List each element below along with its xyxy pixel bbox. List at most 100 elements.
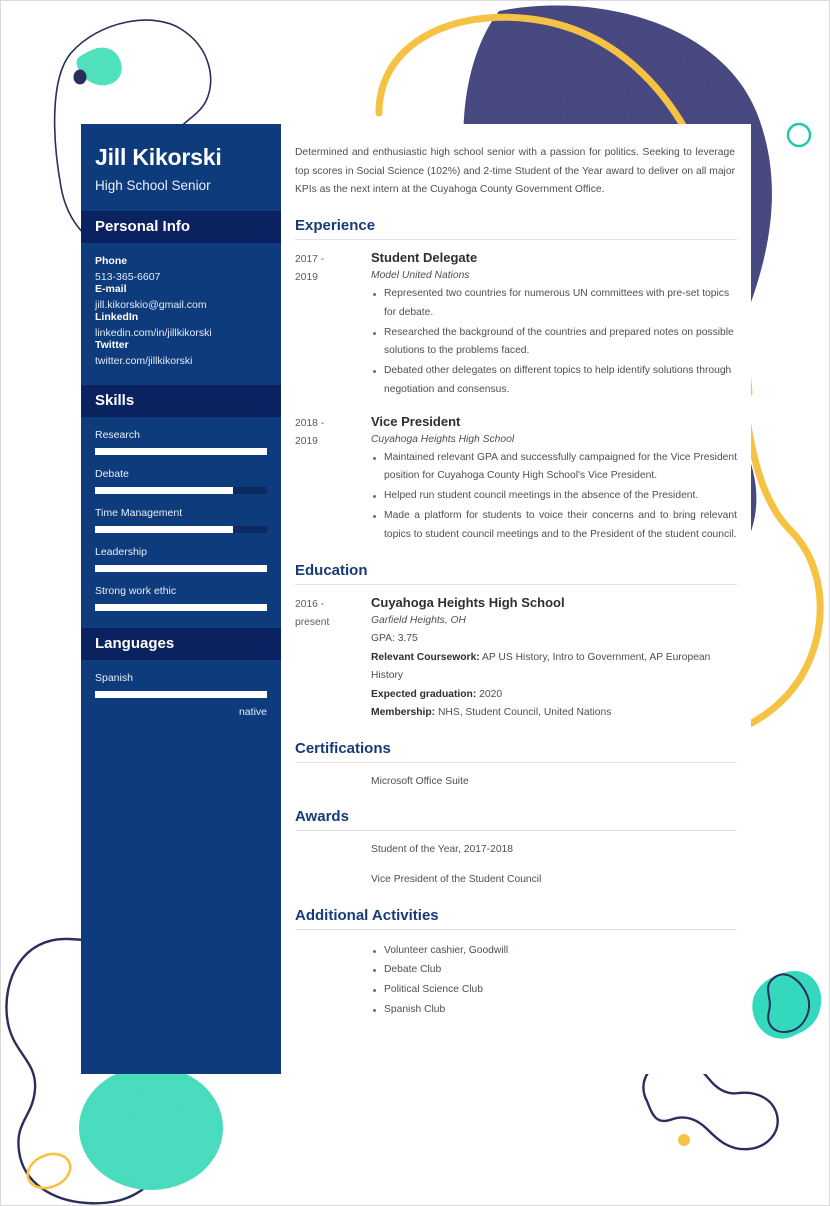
certification-item: Microsoft Office Suite [295,773,737,792]
section-title-certifications: Certifications [295,740,737,763]
skill-track [95,526,267,534]
language-track [95,691,267,699]
skill-fill [95,487,233,495]
contact-label: Phone [95,255,128,268]
entry-title: Vice President [371,413,461,429]
indent-spacer [295,773,371,792]
personal-info-body: Phone 513-365-6607 E-mail jill.kikorskio… [81,243,281,385]
skill-label: Leadership [95,546,147,559]
section-additional-activities: Additional Activities Volunteer cashier,… [295,907,737,1020]
award-text: Student of the Year, 2017-2018 [371,844,513,856]
yellow-ellipse-outline [26,1152,72,1190]
section-title-awards: Awards [295,808,737,832]
contact-label: Twitter [95,339,129,352]
coursework-label: Relevant Coursework: [371,651,480,663]
membership-line: Membership: NHS, Student Council, United… [371,704,737,723]
language-fill [95,691,267,699]
awards-list: Student of the Year, 2017-2018 Vice Pres… [295,831,737,889]
teal-blob-top-left [76,50,117,85]
contact-value[interactable]: 513-365-6607 [95,271,267,283]
skill-item: Debate [95,468,267,495]
skill-label: Research [95,429,140,442]
section-header-skills: Skills [81,385,281,418]
resume-main: Determined and enthusiastic high school … [281,124,751,1074]
candidate-role: High School Senior [95,178,211,194]
membership-value: NHS, Student Council, United Nations [435,707,612,719]
entry-body: Vice President Cuyahoga Heights High Sch… [371,414,737,546]
entry-body: Cuyahoga Heights High School Garfield He… [371,595,737,723]
certification-text: Microsoft Office Suite [371,775,469,787]
gpa-line: GPA: 3.75 [371,633,418,645]
entry-title: Student Delegate [371,250,478,266]
bullet-item: Represented two countries for numerous U… [371,285,737,322]
indent-spacer [295,871,371,890]
resume-sidebar: Jill Kikorski High School Senior Persona… [81,124,281,1074]
skill-fill [95,604,267,612]
section-certifications: Certifications Microsoft Office Suite [295,740,737,792]
resume-page: Jill Kikorski High School Senior Persona… [0,0,830,1206]
entry-date-from: 2016 - [295,599,325,611]
candidate-name: Jill Kikorski [95,144,222,170]
entry-organization: Cuyahoga Heights High School [371,433,515,445]
contact-label: E-mail [95,283,127,296]
activities-list: Volunteer cashier, Goodwill Debate Club … [295,930,737,1020]
skill-track [95,448,267,456]
certifications-list: Microsoft Office Suite [295,763,737,792]
experience-entry: 2017 - 2019 Student Delegate Model Unite… [295,250,737,400]
award-item: Student of the Year, 2017-2018 [295,841,737,860]
skill-item: Strong work ethic [95,585,267,612]
activities-bullet-list: Volunteer cashier, Goodwill Debate Club … [371,942,737,1020]
skill-track [95,604,267,612]
activity-item: Spanish Club [371,1001,737,1020]
teal-blob-bottom-right [752,971,822,1039]
teal-blob-top-left-2 [78,47,122,86]
entry-date: 2017 - 2019 [295,250,371,287]
navy-outline-blob-bottom-right [767,973,810,1033]
skill-fill [95,565,267,573]
contact-field: Phone 513-365-6607 [95,255,267,283]
contact-field: LinkedIn linkedin.com/in/jillkikorski [95,311,267,339]
entry-bullet-list: Represented two countries for numerous U… [371,285,737,399]
languages-body: Spanish native [81,660,281,735]
contact-value[interactable]: twitter.com/jillkikorski [95,355,267,367]
education-entries: 2016 - present Cuyahoga Heights High Sch… [295,585,737,723]
education-entry: 2016 - present Cuyahoga Heights High Sch… [295,595,737,723]
entry-date-from: 2018 - [295,417,325,429]
professional-summary: Determined and enthusiastic high school … [295,147,735,196]
indent-spacer [295,841,371,860]
section-title-additional-activities: Additional Activities [295,907,737,930]
skill-label: Debate [95,468,129,481]
skill-track [95,565,267,573]
entry-date-to: 2019 [295,272,318,284]
yellow-dot-bottom-right [678,1134,690,1146]
skill-label: Strong work ethic [95,585,177,598]
teal-circle-outline [786,122,812,148]
skill-label: Time Management [95,507,183,520]
contact-value[interactable]: linkedin.com/in/jillkikorski [95,327,267,339]
coursework-line: Relevant Coursework: AP US History, Intr… [371,649,737,686]
graduation-value: 2020 [476,688,503,700]
skill-fill [95,526,233,534]
language-label: Spanish [95,672,133,685]
activity-item: Volunteer cashier, Goodwill [371,942,737,961]
skill-fill [95,448,267,456]
activity-item: Debate Club [371,961,737,980]
skill-item: Leadership [95,546,267,573]
award-text: Vice President of the Student Council [371,874,542,885]
identity-block: Jill Kikorski High School Senior [81,124,281,211]
award-item: Vice President of the Student Council [295,871,737,890]
teal-blob-bottom-left [79,1066,223,1190]
entry-organization: Model United Nations [371,270,470,282]
contact-field: Twitter twitter.com/jillkikorski [95,339,267,367]
membership-label: Membership: [371,707,436,719]
experience-entries: 2017 - 2019 Student Delegate Model Unite… [295,240,737,545]
contact-value[interactable]: jill.kikorskio@gmail.com [95,299,267,311]
entry-date-to: 2019 [295,435,318,447]
navy-dot-top-left [73,69,87,85]
entry-date-to: present [295,617,330,629]
language-proficiency: native [238,706,267,719]
activity-item: Political Science Club [371,981,737,1000]
entry-body: Student Delegate Model United Nations Re… [371,250,737,400]
section-header-personal-info: Personal Info [81,211,281,244]
entry-date: 2016 - present [295,595,371,632]
